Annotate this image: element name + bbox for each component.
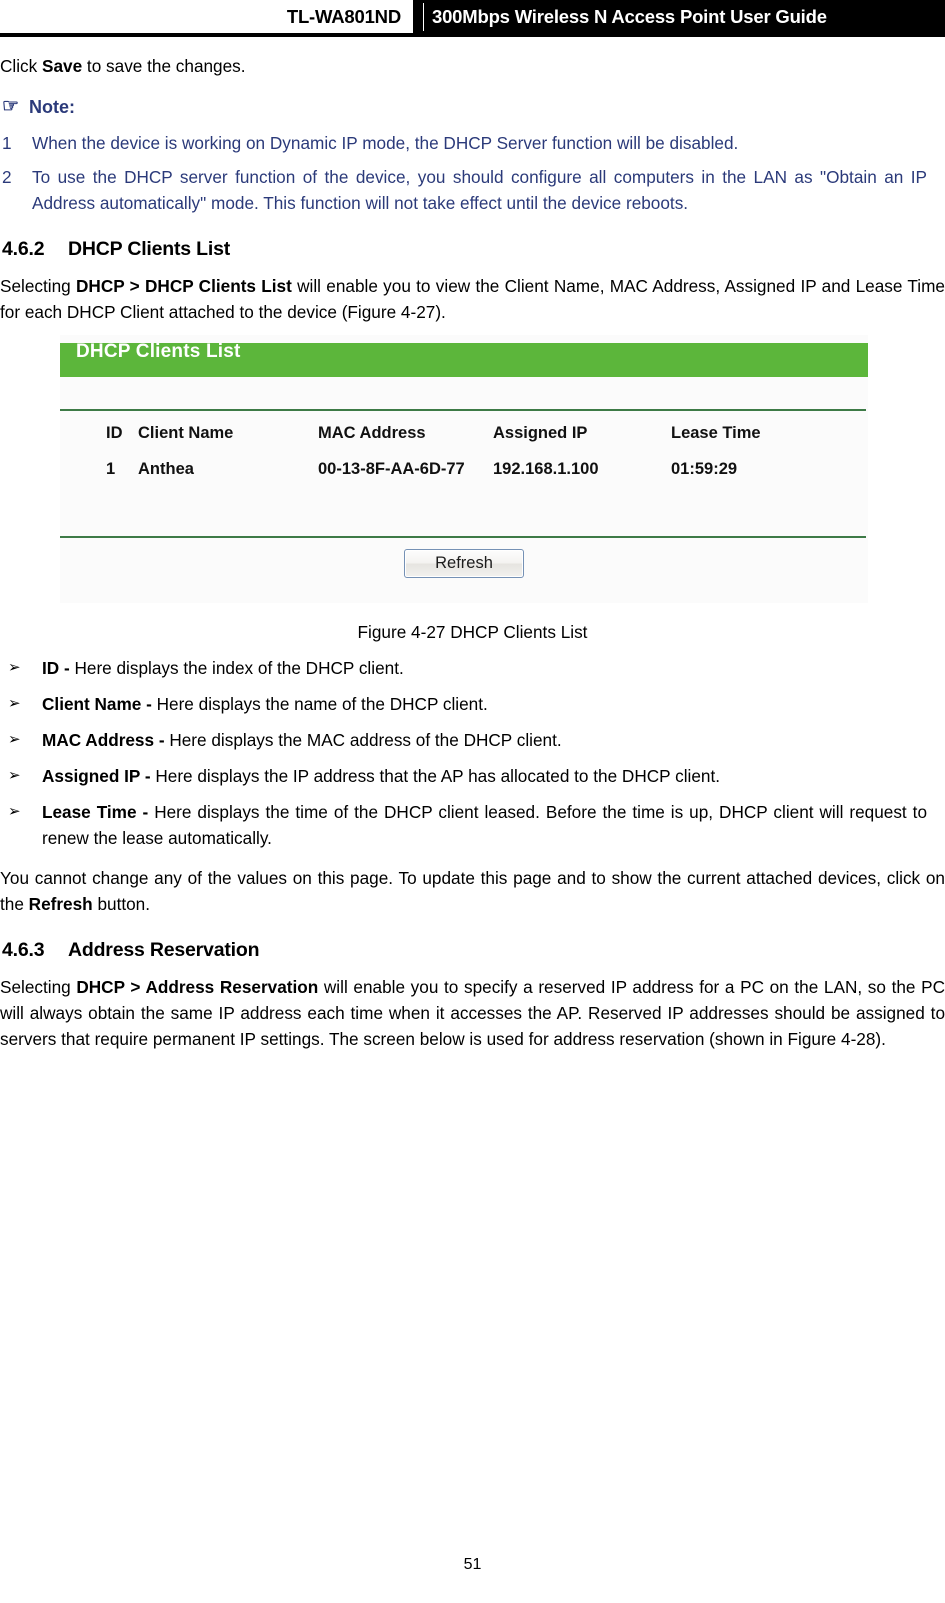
page-number: 51	[463, 1556, 482, 1573]
list-item-text: Here displays the time of the DHCP clien…	[42, 802, 927, 848]
after-bullets-p2: button.	[92, 894, 151, 914]
arrow-bullet-icon: ➢	[8, 803, 21, 820]
cell-lease-time: 01:59:29	[671, 460, 738, 478]
list-item-term: Client Name -	[42, 694, 157, 714]
note-label: Note:	[29, 97, 76, 117]
cell-id: 1	[106, 460, 116, 478]
note-heading: ☞ Note:	[0, 97, 945, 118]
figure-4-27: DHCP Clients List ID Client Name MAC Add…	[0, 335, 945, 645]
arrow-bullet-icon: ➢	[8, 731, 21, 748]
list-item-body: ID - Here displays the index of the DHCP…	[42, 655, 945, 681]
list-item-term: Lease Time -	[42, 802, 155, 822]
arrow-bullet-icon: ➢	[8, 767, 21, 784]
sec463-b1: DHCP	[76, 977, 125, 997]
page-running-header: TL-WA801ND 300Mbps Wireless N Access Poi…	[0, 0, 945, 33]
list-item-text: Here displays the MAC address of the DHC…	[169, 730, 562, 750]
cell-client-name: Anthea	[138, 460, 194, 478]
sec462-p2: >	[124, 276, 145, 296]
header-model-name: TL-WA801ND	[286, 6, 401, 27]
column-header-mac-address: MAC Address	[318, 424, 426, 442]
list-item: ➢ Lease Time - Here displays the time of…	[0, 799, 945, 851]
section-heading-4-6-2: 4.6.2 DHCP Clients List	[0, 238, 945, 261]
cell-mac-address: 00-13-8F-AA-6D-77	[318, 460, 465, 478]
refresh-button[interactable]: Refresh	[404, 549, 524, 578]
sec463-p2: >	[124, 977, 146, 997]
dhcp-clients-list-panel: DHCP Clients List ID Client Name MAC Add…	[60, 335, 868, 603]
intro-save-bold: Save	[42, 56, 83, 76]
list-item-body: Assigned IP - Here displays the IP addre…	[42, 763, 945, 789]
section-462-intro: Selecting DHCP > DHCP Clients List will …	[0, 273, 945, 325]
list-item: ➢ Client Name - Here displays the name o…	[0, 691, 945, 717]
after-bullets-paragraph: You cannot change any of the values on t…	[0, 865, 945, 917]
sec462-p1: Selecting	[0, 276, 76, 296]
note-item-text: When the device is working on Dynamic IP…	[32, 133, 739, 153]
list-item-text: Here displays the IP address that the AP…	[155, 766, 720, 786]
document-content: Click Save to save the changes. ☞ Note: …	[0, 37, 945, 1052]
list-item-text: Here displays the index of the DHCP clie…	[74, 658, 404, 678]
note-item: 1 When the device is working on Dynamic …	[0, 130, 945, 156]
panel-separator-bottom	[60, 536, 866, 538]
section-463-intro: Selecting DHCP > Address Reservation wil…	[0, 974, 945, 1052]
panel-separator-top	[60, 409, 866, 411]
note-item-number: 2	[2, 167, 12, 187]
list-item: ➢ Assigned IP - Here displays the IP add…	[0, 763, 945, 789]
arrow-bullet-icon: ➢	[8, 659, 21, 676]
sec463-p1: Selecting	[0, 977, 77, 997]
list-item-body: MAC Address - Here displays the MAC addr…	[42, 727, 945, 753]
table-row: 1 Anthea 00-13-8F-AA-6D-77 192.168.1.100…	[60, 457, 868, 481]
note-item-text: To use the DHCP server function of the d…	[32, 167, 927, 213]
header-model-box: TL-WA801ND	[0, 0, 413, 33]
panel-title-label: DHCP Clients List	[76, 341, 241, 362]
arrow-bullet-icon: ➢	[8, 695, 21, 712]
note-item: 2 To use the DHCP server function of the…	[0, 164, 945, 216]
note-item-number: 1	[2, 133, 12, 153]
intro-suffix: to save the changes.	[82, 56, 246, 76]
list-item-text: Here displays the name of the DHCP clien…	[156, 694, 488, 714]
list-item-body: Lease Time - Here displays the time of t…	[42, 799, 945, 851]
header-divider	[423, 3, 424, 31]
table-header-row: ID Client Name MAC Address Assigned IP L…	[60, 421, 868, 445]
figure-caption: Figure 4-27 DHCP Clients List	[357, 622, 588, 642]
list-item-body: Client Name - Here displays the name of …	[42, 691, 945, 717]
column-header-client-name: Client Name	[138, 424, 234, 442]
intro-paragraph: Click Save to save the changes.	[0, 53, 945, 79]
section-title: Address Reservation	[68, 939, 260, 961]
dhcp-clients-table: ID Client Name MAC Address Assigned IP L…	[60, 421, 868, 481]
list-item: ➢ ID - Here displays the index of the DH…	[0, 655, 945, 681]
list-item-term: MAC Address -	[42, 730, 170, 750]
column-header-lease-time: Lease Time	[671, 424, 761, 442]
intro-prefix: Click	[0, 56, 43, 76]
refresh-button-row: Refresh	[60, 549, 868, 578]
header-product-title: 300Mbps Wireless N Access Point User Gui…	[432, 6, 827, 27]
column-header-assigned-ip: Assigned IP	[493, 424, 588, 442]
section-title: DHCP Clients List	[68, 238, 231, 260]
section-number: 4.6.2	[2, 238, 45, 260]
sec463-b2: Address Reservation	[145, 977, 319, 997]
cell-assigned-ip: 192.168.1.100	[493, 460, 599, 478]
list-item-term: ID -	[42, 658, 75, 678]
section-heading-4-6-3: 4.6.3 Address Reservation	[0, 939, 945, 962]
after-bullets-refresh-bold: Refresh	[28, 894, 93, 914]
section-number: 4.6.3	[2, 939, 45, 961]
sec462-b1: DHCP	[76, 276, 125, 296]
column-header-id: ID	[106, 424, 123, 442]
hand-pointing-right-icon: ☞	[2, 96, 20, 117]
list-item: ➢ MAC Address - Here displays the MAC ad…	[0, 727, 945, 753]
sec462-b2: DHCP Clients List	[145, 276, 292, 296]
list-item-term: Assigned IP -	[42, 766, 156, 786]
